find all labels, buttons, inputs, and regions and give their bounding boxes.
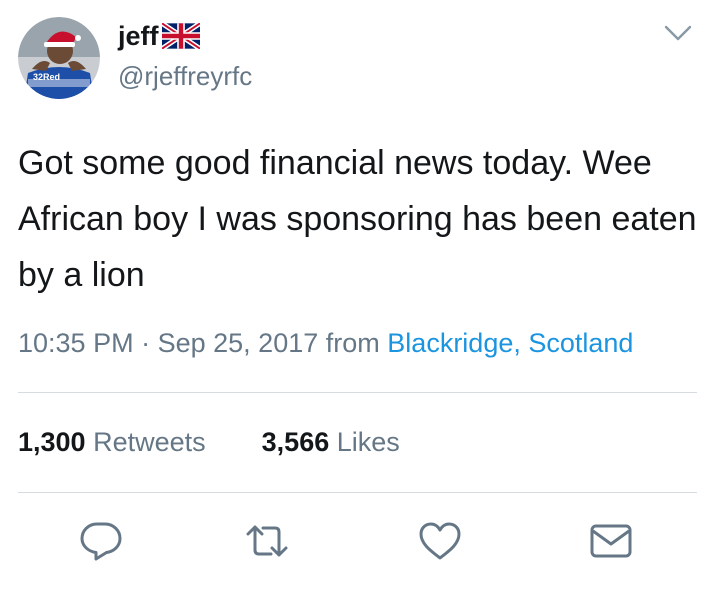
uk-flag-icon bbox=[160, 21, 201, 51]
tweet-stats: 1,300 Retweets 3,566 Likes bbox=[18, 424, 400, 460]
divider bbox=[18, 492, 697, 493]
divider bbox=[18, 392, 697, 393]
avatar-badge-text: 32Red bbox=[33, 72, 60, 82]
user-display-name[interactable]: jeff bbox=[118, 20, 201, 52]
tweet-meta: 10:35 PM · Sep 25, 2017 from Blackridge,… bbox=[18, 325, 633, 361]
retweets-label: Retweets bbox=[93, 427, 206, 457]
likes-label: Likes bbox=[336, 427, 400, 457]
retweet-icon bbox=[246, 525, 288, 557]
retweets-stat[interactable]: 1,300 Retweets bbox=[18, 427, 206, 457]
like-icon bbox=[419, 522, 461, 560]
direct-message-icon bbox=[590, 524, 632, 558]
from-label: from bbox=[325, 328, 380, 358]
display-name-text: jeff bbox=[118, 21, 159, 51]
retweets-count: 1,300 bbox=[18, 427, 86, 457]
tweet-date[interactable]: Sep 25, 2017 bbox=[158, 328, 319, 358]
tweet-text: Got some good financial news today. Wee … bbox=[18, 144, 697, 294]
tweet-time[interactable]: 10:35 PM bbox=[18, 328, 134, 358]
retweet-button[interactable] bbox=[244, 518, 290, 564]
chevron-down-icon[interactable] bbox=[664, 24, 692, 42]
likes-count: 3,566 bbox=[261, 427, 330, 457]
likes-stat[interactable]: 3,566 Likes bbox=[262, 427, 400, 457]
avatar[interactable]: 32Red bbox=[18, 17, 100, 99]
direct-message-button[interactable] bbox=[588, 518, 634, 564]
location-link[interactable]: Blackridge, Scotland bbox=[387, 328, 633, 358]
reply-icon bbox=[80, 522, 122, 561]
user-handle[interactable]: @rjeffreyrfc bbox=[118, 60, 252, 92]
meta-separator: · bbox=[141, 328, 151, 358]
tweet-card: 32Red jeff @rjeffreyrfc Got some good fi… bbox=[0, 0, 713, 590]
reply-button[interactable] bbox=[78, 518, 124, 564]
like-button[interactable] bbox=[417, 518, 463, 564]
